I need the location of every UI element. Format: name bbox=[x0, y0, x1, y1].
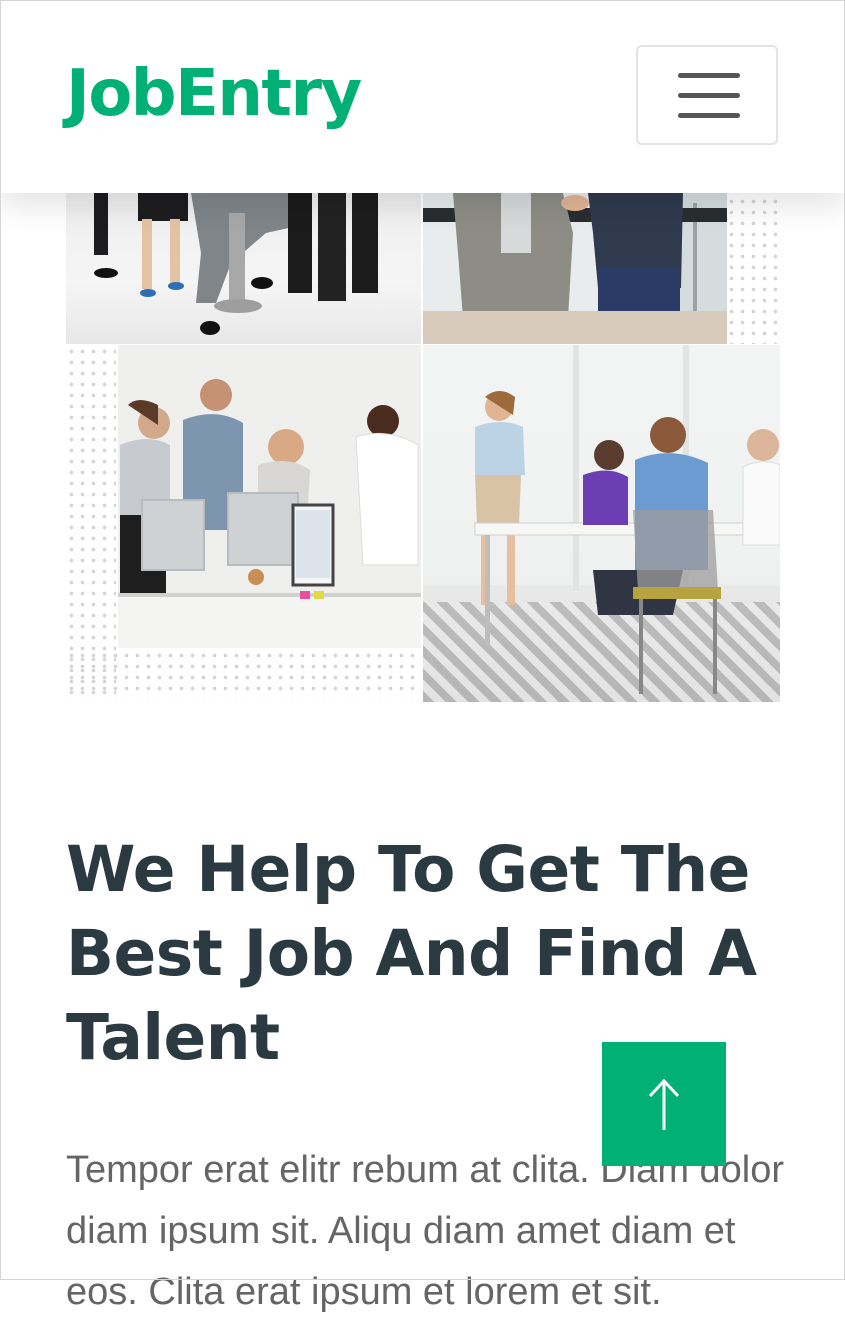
navbar-toggler-button[interactable] bbox=[636, 45, 778, 145]
about-image-handshake bbox=[423, 193, 727, 344]
dots-pattern-bottom-left bbox=[66, 346, 116, 698]
about-image-meeting bbox=[423, 345, 780, 702]
about-image-office-celebration bbox=[118, 345, 421, 648]
navbar: JobEntry bbox=[0, 0, 845, 193]
dots-pattern-top-right bbox=[726, 196, 778, 344]
dots-pattern-bottom bbox=[66, 650, 420, 698]
hamburger-menu-icon bbox=[678, 73, 740, 78]
brand-logo[interactable]: JobEntry bbox=[66, 54, 362, 134]
arrow-up-icon bbox=[648, 1078, 680, 1130]
about-image-team-standing bbox=[66, 193, 421, 344]
about-paragraph: Tempor erat elitr rebum at clita. Diam d… bbox=[66, 1149, 785, 1313]
back-to-top-button[interactable] bbox=[602, 1042, 726, 1166]
